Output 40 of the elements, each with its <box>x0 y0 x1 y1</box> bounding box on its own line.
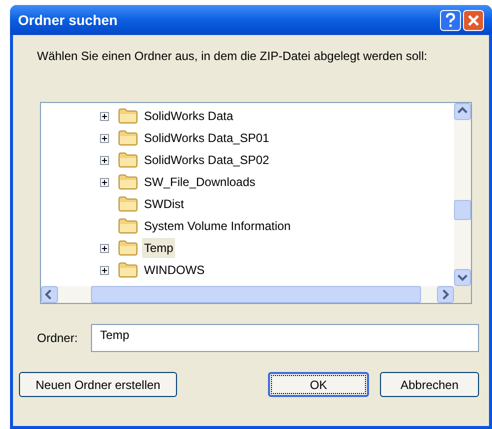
scrollbar-thumb[interactable] <box>454 200 471 220</box>
expand-icon[interactable] <box>100 112 109 120</box>
dialog-button[interactable]: OK <box>268 372 369 397</box>
scroll-down-button[interactable] <box>454 269 471 286</box>
field-label: Ordner: <box>36 330 79 347</box>
folder-icon <box>118 130 138 146</box>
tree-item[interactable]: Temp <box>142 238 176 258</box>
expand-icon[interactable] <box>100 244 109 252</box>
dialog-button[interactable]: Abbrechen <box>380 372 479 397</box>
folder-icon <box>118 174 138 190</box>
folder-icon <box>118 196 138 212</box>
tree-item[interactable]: SW_File_Downloads <box>142 172 258 192</box>
tree-item[interactable]: SolidWorks Data_SP02 <box>142 150 272 170</box>
expand-icon[interactable] <box>100 134 109 142</box>
scrollbar-corner <box>454 286 471 303</box>
scroll-right-button[interactable] <box>437 286 454 303</box>
expand-icon[interactable] <box>100 178 109 186</box>
expand-icon[interactable] <box>100 156 109 164</box>
help-icon[interactable] <box>440 10 461 30</box>
folder-icon <box>118 152 138 168</box>
folder-input[interactable]: Temp <box>91 324 479 352</box>
tree-item[interactable]: System Volume Information <box>142 216 293 236</box>
close-icon[interactable] <box>463 10 484 30</box>
scroll-left-button[interactable] <box>41 286 58 303</box>
folder-icon <box>118 108 138 124</box>
tree-item[interactable]: SWDist <box>142 194 186 214</box>
vertical-scrollbar[interactable] <box>454 103 471 286</box>
scroll-up-button[interactable] <box>454 103 471 120</box>
folder-icon <box>118 240 138 256</box>
tree-item[interactable]: SolidWorks Data_SP01 <box>142 128 272 148</box>
expand-icon[interactable] <box>100 266 109 274</box>
folder-icon <box>118 262 138 278</box>
window-title: Ordner suchen <box>18 10 119 30</box>
folder-icon <box>118 218 138 234</box>
tree-item[interactable]: WINDOWS <box>142 260 207 280</box>
scrollbar-thumb[interactable] <box>91 286 421 303</box>
dialog-button[interactable]: Neuen Ordner erstellen <box>19 372 177 397</box>
instruction-text: Wählen Sie einen Ordner aus, in dem die ZIP-Datei abgelegt werden soll: <box>37 49 428 64</box>
tree-item[interactable]: SolidWorks Data <box>142 106 236 126</box>
horizontal-scrollbar[interactable] <box>41 286 454 303</box>
